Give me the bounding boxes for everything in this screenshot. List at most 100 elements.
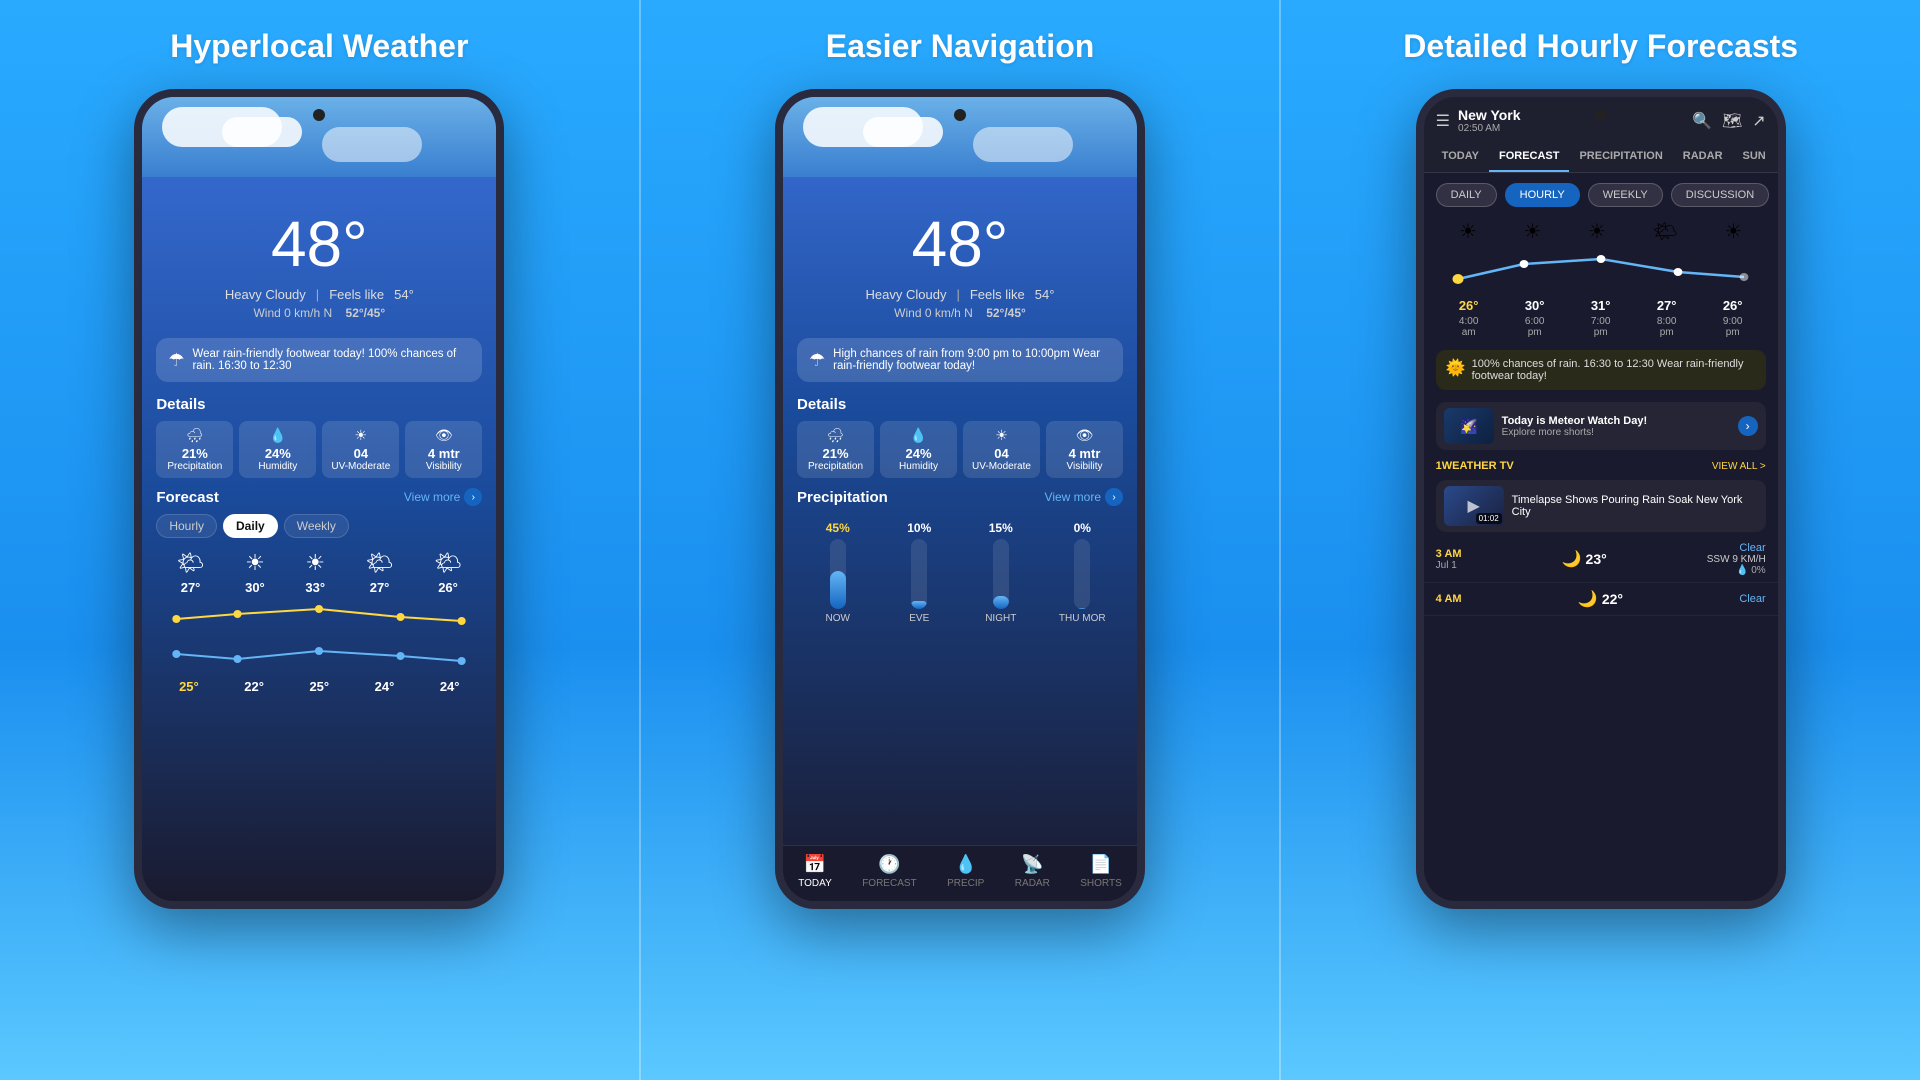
hourly-row-3am: 3 AM Jul 1 🌙 23° Clear SSW 9 KM/H 💧 0%: [1424, 536, 1778, 583]
tab-hourly[interactable]: Hourly: [156, 514, 217, 538]
tab-precipitation[interactable]: PRECIPITATION: [1569, 142, 1672, 172]
tv-label: 1WEATHER TV: [1436, 460, 1514, 472]
btn-weekly[interactable]: WEEKLY: [1588, 183, 1663, 207]
humidity-icon-2: 💧: [910, 427, 927, 444]
forecast-header: Forecast View more ›: [142, 482, 496, 510]
detail-uv-2: ☀ 04 UV-Moderate: [963, 421, 1040, 478]
news-card[interactable]: 🌠 Today is Meteor Watch Day! Explore mor…: [1436, 402, 1766, 450]
weather-top-2: 48° Heavy Cloudy | Feels like 54° Wind 0…: [783, 177, 1137, 330]
news-thumbnail: 🌠: [1444, 408, 1494, 444]
bar-fill-thu: [1074, 608, 1090, 609]
detail-humidity: 💧 24% Humidity: [239, 421, 316, 478]
tab-today[interactable]: TODAY: [1432, 142, 1489, 172]
nav-radar[interactable]: 📡 RADAR: [1015, 854, 1050, 889]
rain-alert-icon: 🌞: [1446, 358, 1466, 378]
umbrella-icon: ☂: [168, 350, 184, 371]
news-arrow-button[interactable]: ›: [1738, 416, 1758, 436]
panel-navigation: Easier Navigation 48° Heavy Cloudy | Fee…: [639, 0, 1282, 1080]
bottom-navigation: 📅 TODAY 🕐 FORECAST 💧 PRECIP 📡 RADAR 📄: [783, 845, 1137, 901]
view-more-button-2[interactable]: ›: [1105, 488, 1123, 506]
hour1-icon: ☀: [1459, 219, 1477, 244]
weather-description-row: Heavy Cloudy | Feels like 54°: [225, 287, 414, 302]
hourly-chart: ☀ ☀ ☀ 🌤 ☀: [1424, 213, 1778, 344]
temperature-chart: [142, 599, 496, 679]
hourly-icons-row: ☀ ☀ ☀ 🌤 ☀: [1436, 219, 1766, 244]
humidity-icon: 💧: [269, 427, 286, 444]
hourly-row-4am: 4 AM 🌙 22° Clear: [1424, 583, 1778, 616]
tv-thumbnail: ▶ 01:02: [1444, 486, 1504, 526]
search-icon[interactable]: 🔍: [1692, 111, 1712, 131]
tab-forecast[interactable]: FORECAST: [1489, 142, 1570, 172]
tv-section-header: 1WEATHER TV VIEW ALL >: [1424, 456, 1778, 476]
umbrella-icon-2: ☂: [809, 350, 825, 371]
nav-shorts[interactable]: 📄 SHORTS: [1080, 854, 1122, 889]
day2-icon: ☀: [245, 550, 265, 576]
tab-weekly[interactable]: Weekly: [284, 514, 349, 538]
radar-icon: 📡: [1021, 854, 1043, 875]
weather-condition-2: Heavy Cloudy: [866, 287, 947, 302]
bottom-temp-3: 25°: [309, 679, 329, 694]
forecast-tabs: Hourly Daily Weekly: [142, 510, 496, 542]
precip-pct-now: 45%: [826, 521, 850, 535]
precip-header: Precipitation View more ›: [783, 482, 1137, 510]
phone-3-camera: [1595, 109, 1607, 121]
day1-icon: 🌤: [177, 550, 205, 576]
bar-container-now: [830, 539, 846, 609]
day5-icon: 🌤: [434, 550, 462, 576]
details-grid-2: 🌧 21% Precipitation 💧 24% Humidity ☀ 04 …: [797, 421, 1123, 478]
hour4-icon: 🌤: [1652, 219, 1677, 244]
news-title: Today is Meteor Watch Day!: [1502, 415, 1730, 427]
btn-discussion[interactable]: DISCUSSION: [1671, 183, 1769, 207]
feels-like-label: Feels like: [329, 287, 384, 302]
header-left: ☰ New York 02:50 AM: [1436, 107, 1521, 134]
hour2-icon: ☀: [1523, 219, 1541, 244]
news-content: Today is Meteor Watch Day! Explore more …: [1502, 415, 1730, 438]
tab-radar[interactable]: RADAR: [1673, 142, 1733, 172]
view-all-link[interactable]: VIEW ALL >: [1712, 461, 1766, 472]
precip-section-title: Precipitation: [797, 489, 888, 506]
precip-pct-thu: 0%: [1074, 521, 1091, 535]
tab-sun[interactable]: SUN: [1733, 142, 1776, 172]
details-grid: 🌧 21% Precipitation 💧 24% Humidity ☀ 04 …: [156, 421, 482, 478]
visibility-icon: 👁: [435, 427, 453, 444]
btn-daily[interactable]: DAILY: [1436, 183, 1497, 207]
phone-2-camera: [954, 109, 966, 121]
view-more-link-2[interactable]: View more ›: [1045, 488, 1123, 506]
hour-col-1: ☀: [1459, 219, 1477, 244]
detail-precipitation: 🌧 21% Precipitation: [156, 421, 233, 478]
btn-hourly[interactable]: HOURLY: [1505, 183, 1580, 207]
temperature-display-2: 48°: [912, 207, 1009, 281]
detail-uv: ☀ 04 UV-Moderate: [322, 421, 399, 478]
tv-card[interactable]: ▶ 01:02 Timelapse Shows Pouring Rain Soa…: [1436, 480, 1766, 532]
forecast-days: 🌤 27° ☀ 30° ☀ 33° 🌤 27° 🌤 26°: [142, 542, 496, 599]
phone-1: 48° Heavy Cloudy | Feels like 54° Wind 0…: [134, 89, 504, 909]
map-icon[interactable]: 🗺: [1722, 111, 1742, 131]
precip-bar-eve: 10% EVE: [894, 521, 944, 624]
menu-icon[interactable]: ☰: [1436, 111, 1450, 131]
wind-info-2: Wind 0 km/h N 52°/45°: [894, 306, 1026, 320]
share-icon[interactable]: ↗: [1752, 111, 1765, 131]
weather-alert: ☂ Wear rain-friendly footwear today! 100…: [156, 338, 482, 382]
bar-fill-eve: [911, 601, 927, 609]
hour-temp-2: 30° 6:00pm: [1525, 298, 1545, 338]
day3-icon: ☀: [305, 550, 325, 576]
nav-precip[interactable]: 💧 PRECIP: [947, 854, 984, 889]
precip-bar-now: 45% NOW: [813, 521, 863, 624]
tab-daily[interactable]: Daily: [223, 514, 278, 538]
weather-top: 48° Heavy Cloudy | Feels like 54° Wind 0…: [142, 177, 496, 330]
wind-info: Wind 0 km/h N 52°/45°: [253, 306, 385, 320]
detail-humidity-2: 💧 24% Humidity: [880, 421, 957, 478]
detail-visibility-2: 👁 4 mtr Visibility: [1046, 421, 1123, 478]
bottom-temp-5: 24°: [440, 679, 460, 694]
forecast-section-title: Forecast: [156, 489, 219, 506]
weather-alert-2: ☂ High chances of rain from 9:00 pm to 1…: [797, 338, 1123, 382]
bottom-temperatures: 25° 22° 25° 24° 24°: [142, 679, 496, 694]
view-more-link[interactable]: View more ›: [404, 488, 482, 506]
city-time: 02:50 AM: [1458, 123, 1521, 134]
view-more-button[interactable]: ›: [464, 488, 482, 506]
hour-col-4: 🌤: [1652, 219, 1677, 244]
nav-forecast[interactable]: 🕐 FORECAST: [862, 854, 916, 889]
nav-today[interactable]: 📅 TODAY: [798, 854, 832, 889]
city-name: New York: [1458, 107, 1521, 123]
bar-container-eve: [911, 539, 927, 609]
